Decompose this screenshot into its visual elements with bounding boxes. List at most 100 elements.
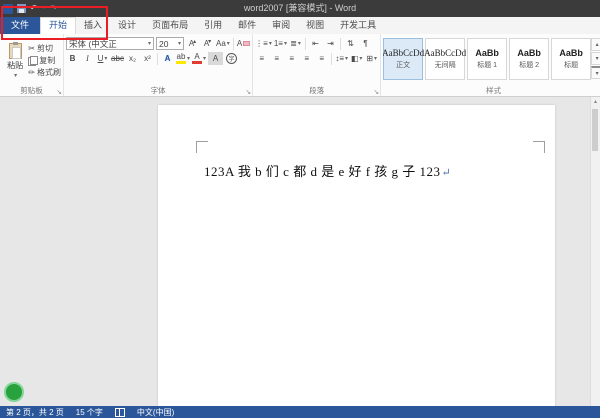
word-count[interactable]: 15 个字 xyxy=(76,407,103,418)
scrollbar-thumb[interactable] xyxy=(592,109,598,151)
multilevel-list-button[interactable]: ≣ ▾ xyxy=(289,37,302,50)
underline-dropdown-icon: ▾ xyxy=(104,55,107,62)
divider xyxy=(233,38,234,50)
change-case-label: Aa xyxy=(216,39,226,48)
save-icon[interactable] xyxy=(17,4,26,13)
highlight-label: ab xyxy=(177,53,186,61)
style-preview: AaBb xyxy=(517,48,541,58)
character-shading-button[interactable]: A xyxy=(208,52,223,65)
margin-crop-mark-right xyxy=(533,141,545,153)
align-center-button[interactable]: ≡ xyxy=(270,52,283,65)
font-color-dropdown-icon: ▾ xyxy=(203,55,206,62)
shading-icon: ◧ xyxy=(351,54,359,63)
line-spacing-button[interactable]: ↕≡ ▾ xyxy=(335,52,348,65)
subscript-button[interactable]: x₂ xyxy=(126,52,139,65)
undo-button[interactable]: ↶ xyxy=(30,0,38,17)
vertical-scrollbar[interactable]: ▴ xyxy=(590,97,600,406)
shading-button[interactable]: ◧ ▾ xyxy=(350,52,363,65)
tab-developer[interactable]: 开发工具 xyxy=(332,17,384,34)
highlight-color-bar xyxy=(176,61,186,64)
shrink-font-button[interactable]: A ▾ xyxy=(201,37,214,50)
tab-page-layout[interactable]: 页面布局 xyxy=(144,17,196,34)
line-spacing-dropdown-icon: ▾ xyxy=(345,55,348,62)
style-tile-normal[interactable]: AaBbCcDd 正文 xyxy=(383,38,423,80)
numbering-button[interactable]: 1≡ ▾ xyxy=(274,37,287,50)
paragraph-dialog-launcher[interactable]: ↘ xyxy=(373,88,379,96)
bullets-dropdown-icon: ▾ xyxy=(269,40,272,47)
shrink-font-arrow-icon: ▾ xyxy=(208,38,211,45)
gallery-down-icon[interactable]: ▾ xyxy=(591,52,600,65)
bold-button[interactable]: B xyxy=(66,52,79,65)
document-page[interactable]: 123A 我 b 们 c 都 d 是 e 好 f 孩 g 子 123↵ xyxy=(158,105,555,406)
font-color-button[interactable]: A ▾ xyxy=(192,52,206,65)
italic-button[interactable]: I xyxy=(81,52,94,65)
borders-button[interactable]: ⊞ ▾ xyxy=(365,52,378,65)
align-right-button[interactable]: ≡ xyxy=(285,52,298,65)
tab-references[interactable]: 引用 xyxy=(196,17,230,34)
page-indicator[interactable]: 第 2 页，共 2 页 xyxy=(6,407,64,418)
justify-button[interactable]: ≡ xyxy=(300,52,313,65)
copy-button[interactable]: 复制 xyxy=(28,55,61,66)
document-text[interactable]: 123A 我 b 们 c 都 d 是 e 好 f 孩 g 子 123↵ xyxy=(204,161,451,180)
distribute-button[interactable]: ≡ xyxy=(315,52,328,65)
style-gallery-arrows: ▴ ▾ ▾ xyxy=(591,36,600,85)
tab-view[interactable]: 视图 xyxy=(298,17,332,34)
font-group: 宋体 (中文正 ▾ 20 ▾ A ▴ A ▾ Aa ▾ xyxy=(64,34,253,96)
cut-button[interactable]: ✂ 剪切 xyxy=(28,43,61,54)
tab-review[interactable]: 审阅 xyxy=(264,17,298,34)
enclose-characters-button[interactable]: 字 xyxy=(225,52,238,65)
sort-button[interactable]: ⇅ xyxy=(344,37,357,50)
highlight-icon: ab xyxy=(176,53,186,64)
redo-button[interactable]: ↷ xyxy=(50,0,58,17)
clipboard-dialog-launcher[interactable]: ↘ xyxy=(56,88,62,96)
align-left-button[interactable]: ≡ xyxy=(255,52,268,65)
change-case-button[interactable]: Aa ▾ xyxy=(216,37,230,50)
divider xyxy=(331,53,332,65)
style-tile-heading1[interactable]: AaBb 标题 1 xyxy=(467,38,507,80)
scroll-up-icon[interactable]: ▴ xyxy=(591,97,600,107)
gallery-more-icon[interactable]: ▾ xyxy=(591,66,600,79)
underline-label: U xyxy=(98,54,104,63)
grow-font-button[interactable]: A ▴ xyxy=(186,37,199,50)
underline-button[interactable]: U ▾ xyxy=(96,52,109,65)
style-tile-heading2[interactable]: AaBb 标题 2 xyxy=(509,38,549,80)
paste-button[interactable]: 粘贴 ▾ xyxy=(2,36,28,85)
font-dialog-launcher[interactable]: ↘ xyxy=(245,88,251,96)
font-name-value: 宋体 (中文正 xyxy=(69,38,117,50)
language-indicator[interactable]: 中文(中国) xyxy=(137,407,174,418)
proofing-icon[interactable] xyxy=(115,408,125,417)
highlight-color-button[interactable]: ab ▾ xyxy=(176,52,190,65)
format-painter-button[interactable]: ✏ 格式刷 xyxy=(28,67,61,78)
decrease-indent-button[interactable]: ⇤ xyxy=(309,37,322,50)
style-tile-title[interactable]: AaBb 标题 xyxy=(551,38,591,80)
strikethrough-button[interactable]: abc xyxy=(111,52,124,65)
tab-home[interactable]: 开始 xyxy=(40,17,76,34)
style-tile-no-spacing[interactable]: AaBbCcDd 无间隔 xyxy=(425,38,465,80)
tab-mailings[interactable]: 邮件 xyxy=(230,17,264,34)
superscript-button[interactable]: x² xyxy=(141,52,154,65)
text-effects-button[interactable]: A xyxy=(161,52,174,65)
undo-dropdown-icon[interactable]: ▾ xyxy=(43,0,46,17)
paragraph-mark: ↵ xyxy=(442,167,452,179)
word-app-icon[interactable] xyxy=(3,4,13,14)
gallery-up-icon[interactable]: ▴ xyxy=(591,38,600,51)
font-name-combo[interactable]: 宋体 (中文正 ▾ xyxy=(66,37,154,50)
tab-insert[interactable]: 插入 xyxy=(76,17,110,34)
paste-dropdown-icon[interactable]: ▾ xyxy=(14,72,17,79)
font-group-label: 字体 xyxy=(64,85,252,96)
paste-label: 粘贴 xyxy=(7,60,23,71)
tab-file[interactable]: 文件 xyxy=(0,17,40,34)
document-area[interactable]: 123A 我 b 们 c 都 d 是 e 好 f 孩 g 子 123↵ ▴ xyxy=(0,97,600,406)
tab-design[interactable]: 设计 xyxy=(110,17,144,34)
bullets-icon: ⋮≡ xyxy=(255,39,268,48)
numbering-dropdown-icon: ▾ xyxy=(284,40,287,47)
multilevel-list-icon: ≣ xyxy=(290,39,297,48)
bullets-button[interactable]: ⋮≡ ▾ xyxy=(255,37,272,50)
document-text-run: 123A 我 b 们 c 都 d 是 e 好 f 孩 g 子 123 xyxy=(204,164,441,179)
show-hide-marks-button[interactable]: ¶ xyxy=(359,37,372,50)
clear-formatting-button[interactable]: A xyxy=(237,37,250,50)
font-size-combo[interactable]: 20 ▾ xyxy=(156,37,184,50)
increase-indent-button[interactable]: ⇥ xyxy=(324,37,337,50)
divider xyxy=(157,53,158,65)
styles-group-label: 样式 xyxy=(381,85,600,96)
